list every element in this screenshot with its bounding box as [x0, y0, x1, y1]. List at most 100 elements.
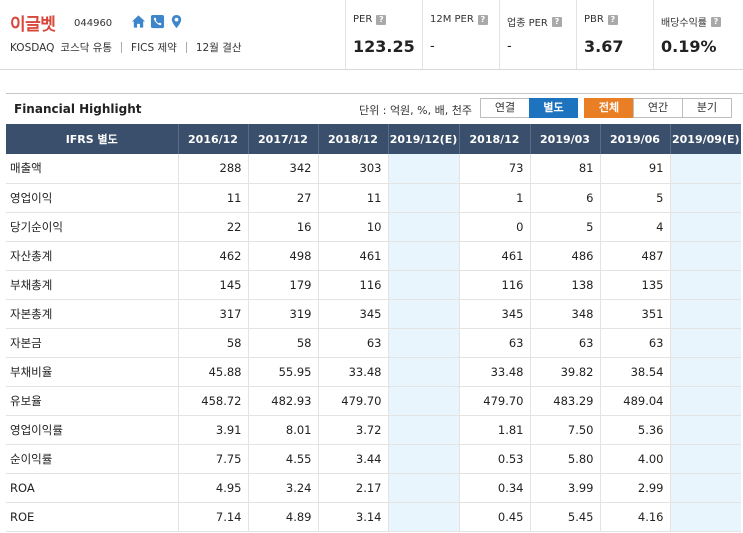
row-label[interactable]: 순이익률 [6, 444, 179, 474]
table-cell: 2.17 [318, 473, 389, 503]
quarterly-button[interactable]: 분기 [682, 98, 732, 118]
table-cell [388, 473, 460, 503]
metric-value: 123.25 [353, 37, 415, 56]
help-icon[interactable]: ? [711, 16, 721, 27]
home-icon[interactable] [131, 14, 146, 29]
metric-per: PER? 123.25 [345, 0, 422, 69]
help-icon[interactable]: ? [551, 16, 562, 27]
column-header: 2019/09(E) [670, 124, 741, 154]
table-cell [388, 212, 460, 242]
table-cell: 2.99 [600, 473, 671, 503]
table-cell: 116 [459, 270, 531, 300]
table-cell: 3.44 [318, 444, 389, 474]
separate-button[interactable]: 별도 [529, 98, 578, 118]
table-cell [670, 473, 741, 503]
help-icon[interactable]: ? [607, 14, 618, 25]
row-label[interactable]: 부채총계 [6, 270, 179, 300]
table-row: 부채총계 145 179 116 116 138 135 [6, 270, 741, 300]
row-label[interactable]: 영업이익 [6, 183, 179, 213]
metric-value: 3.67 [584, 37, 624, 56]
help-icon[interactable]: ? [376, 14, 387, 25]
table-cell: 4.95 [178, 473, 249, 503]
row-label[interactable]: 자본총계 [6, 299, 179, 329]
stock-header: 이글벳 044960 KOSDAQ 코스닥 유통 FICS 제약 12월 결산 … [0, 0, 743, 70]
table-cell [670, 328, 741, 358]
row-label[interactable]: 자산총계 [6, 241, 179, 271]
table-cell: 179 [248, 270, 319, 300]
table-cell: 348 [530, 299, 601, 329]
table-cell: 4.00 [600, 444, 671, 474]
table-cell: 22 [178, 212, 249, 242]
row-label[interactable]: 매출액 [6, 154, 179, 184]
table-cell: 482.93 [248, 386, 319, 416]
all-period-button[interactable]: 전체 [584, 98, 634, 118]
table-cell: 489.04 [600, 386, 671, 416]
table-cell [670, 212, 741, 242]
table-row: 영업이익률 3.91 8.01 3.72 1.81 7.50 5.36 [6, 415, 741, 445]
table-cell: 11 [178, 183, 249, 213]
column-header: 2017/12 [248, 124, 319, 154]
metric-value: 0.19% [661, 37, 717, 56]
table-cell [388, 502, 460, 532]
column-header: 2016/12 [178, 124, 249, 154]
table-cell: 63 [459, 328, 531, 358]
table-cell: 345 [318, 299, 389, 329]
table-row: 당기순이익 22 16 10 0 5 4 [6, 212, 741, 242]
row-label[interactable]: ROE [6, 502, 179, 532]
column-header: 2019/03 [530, 124, 601, 154]
table-cell [388, 299, 460, 329]
table-cell [670, 415, 741, 445]
table-cell: 5.36 [600, 415, 671, 445]
row-label[interactable]: 영업이익률 [6, 415, 179, 445]
table-body: 매출액 288 342 303 73 81 91 영업이익 11 27 11 1 6 5 당기순이익 22 16… [6, 154, 741, 532]
table-cell [388, 415, 460, 445]
fics-label: FICS 제약 [131, 42, 177, 54]
table-cell: 458.72 [178, 386, 249, 416]
row-label[interactable]: 부채비율 [6, 357, 179, 387]
table-cell [670, 241, 741, 271]
metric-value: - [507, 39, 512, 54]
table-cell: 4.55 [248, 444, 319, 474]
table-row: 자본금 58 58 63 63 63 63 [6, 328, 741, 358]
table-cell [388, 357, 460, 387]
table-cell: 3.72 [318, 415, 389, 445]
table-cell: 461 [459, 241, 531, 271]
location-pin-icon[interactable] [169, 14, 184, 29]
table-cell [388, 154, 460, 184]
annual-button[interactable]: 연간 [633, 98, 683, 118]
row-label[interactable]: ROA [6, 473, 179, 503]
table-cell: 138 [530, 270, 601, 300]
table-cell [670, 270, 741, 300]
table-cell: 63 [600, 328, 671, 358]
table-cell: 6 [530, 183, 601, 213]
help-icon[interactable]: ? [477, 14, 488, 25]
financial-highlight-table: IFRS 별도 2016/12 2017/12 2018/12 2019/12(… [6, 124, 741, 532]
column-header: 2018/12 [318, 124, 389, 154]
table-cell: 33.48 [318, 357, 389, 387]
table-cell [388, 386, 460, 416]
table-cell [670, 299, 741, 329]
table-header-row: IFRS 별도 2016/12 2017/12 2018/12 2019/12(… [6, 124, 741, 154]
row-label[interactable]: 유보율 [6, 386, 179, 416]
row-label[interactable]: 당기순이익 [6, 212, 179, 242]
phone-icon[interactable] [150, 14, 165, 29]
table-row: 매출액 288 342 303 73 81 91 [6, 154, 741, 184]
metric-dividend-yield: 배당수익률? 0.19% [653, 0, 743, 69]
consolidated-button[interactable]: 연결 [480, 98, 530, 118]
table-cell: 3.24 [248, 473, 319, 503]
table-cell [670, 357, 741, 387]
column-header: 2019/12(E) [388, 124, 460, 154]
table-cell: 58 [248, 328, 319, 358]
table-cell: 486 [530, 241, 601, 271]
row-label[interactable]: 자본금 [6, 328, 179, 358]
table-cell: 58 [178, 328, 249, 358]
table-cell: 16 [248, 212, 319, 242]
metric-pbr: PBR? 3.67 [576, 0, 653, 69]
table-row: 순이익률 7.75 4.55 3.44 0.53 5.80 4.00 [6, 444, 741, 474]
table-cell: 38.54 [600, 357, 671, 387]
divider [121, 42, 123, 53]
metric-label: PBR [584, 14, 604, 25]
table-cell: 135 [600, 270, 671, 300]
company-name[interactable]: 이글벳 [10, 10, 56, 35]
table-cell [670, 502, 741, 532]
